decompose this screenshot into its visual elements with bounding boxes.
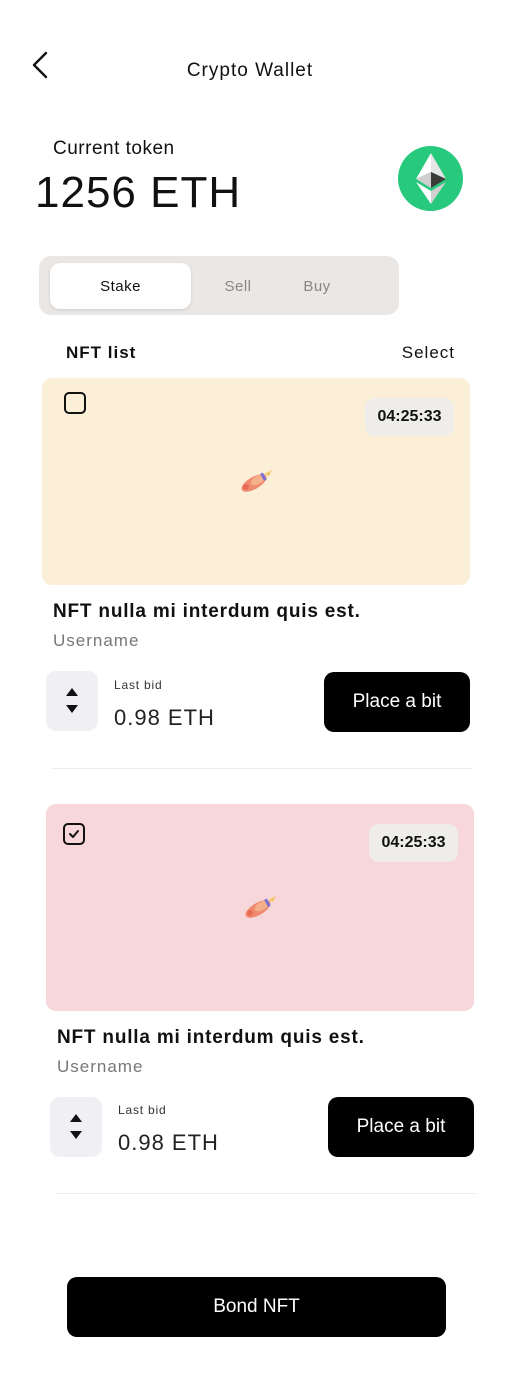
last-bid-label: Last bid [118, 1103, 167, 1117]
stepper-arrows-icon [66, 688, 78, 713]
nft-checkbox-unchecked[interactable] [64, 392, 86, 414]
bid-stepper[interactable] [46, 671, 98, 731]
bid-stepper[interactable] [50, 1097, 102, 1157]
nft-username: Username [57, 1057, 144, 1076]
divider [56, 1193, 476, 1194]
current-token-label: Current token [53, 138, 175, 159]
bond-nft-button[interactable]: Bond NFT [67, 1277, 446, 1337]
nft-artwork-icon [238, 892, 282, 927]
divider [52, 768, 472, 769]
nft-timer: 04:25:33 [369, 824, 458, 862]
tab-stake[interactable]: Stake [50, 263, 191, 309]
stepper-arrows-icon [70, 1114, 82, 1139]
place-bid-button[interactable]: Place a bit [328, 1097, 474, 1157]
tab-sell[interactable]: Sell [200, 263, 276, 309]
nft-artwork-icon [234, 466, 278, 501]
nft-checkbox-checked[interactable] [63, 823, 85, 845]
ethereum-icon [398, 146, 463, 211]
last-bid-value: 0.98 ETH [118, 1130, 219, 1155]
last-bid-label: Last bid [114, 678, 163, 692]
page-title: Crypto Wallet [186, 60, 314, 81]
nft-name: NFT nulla mi interdum quis est. [57, 1027, 365, 1048]
current-token-value: 1256 ETH [35, 168, 242, 217]
nft-name: NFT nulla mi interdum quis est. [53, 601, 361, 622]
tab-buy[interactable]: Buy [280, 263, 354, 309]
nft-username: Username [53, 631, 140, 650]
place-bid-button[interactable]: Place a bit [324, 672, 470, 732]
nft-list-title: NFT list [66, 343, 137, 362]
checkmark-icon [69, 830, 79, 838]
last-bid-value: 0.98 ETH [114, 705, 215, 730]
select-link[interactable]: Select [402, 343, 455, 363]
nft-timer: 04:25:33 [365, 398, 454, 436]
